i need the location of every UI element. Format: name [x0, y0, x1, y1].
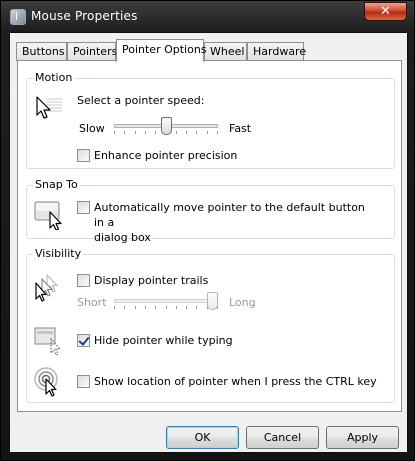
pointer-location-icon [34, 367, 58, 397]
window-title: Mouse Properties [31, 9, 138, 23]
pointer-trails-icon [35, 273, 59, 302]
ctrl-location-label[interactable]: Show location of pointer when I press th… [94, 374, 377, 389]
fast-label: Fast [229, 122, 252, 135]
hide-pointer-box[interactable] [77, 334, 90, 347]
motion-group: Motion Select a pointer speed: Slow Fast… [26, 71, 395, 169]
slider-tick [145, 306, 146, 309]
hide-pointer-icon [34, 327, 62, 356]
slider-tick [124, 131, 125, 134]
enhance-precision-checkbox[interactable]: Enhance pointer precision [77, 148, 237, 163]
slider-tick [114, 131, 115, 134]
snap-to-button-icon [34, 201, 62, 230]
apply-button[interactable]: Apply [326, 426, 399, 449]
motion-group-label: Motion [33, 71, 75, 84]
ctrl-location-checkbox[interactable]: Show location of pointer when I press th… [77, 374, 377, 389]
slider-tick [186, 306, 187, 309]
slider-tick [145, 131, 146, 134]
ok-button[interactable]: OK [166, 426, 239, 449]
tab-pointers[interactable]: Pointers [67, 42, 117, 61]
title-bar[interactable]: Mouse Properties ✕ [1, 1, 414, 33]
dialog-client-area: Buttons Pointers Pointer Options Wheel H… [9, 32, 408, 453]
pointer-speed-slider[interactable] [114, 116, 218, 136]
slider-tick [196, 306, 197, 309]
pointer-trails-checkbox[interactable]: Display pointer trails [77, 273, 208, 288]
snap-to-label-line2: dialog box [94, 231, 151, 244]
pointer-speed-icon [36, 96, 62, 119]
slider-ticks [114, 306, 218, 310]
slider-tick [207, 131, 208, 134]
slider-tick [176, 306, 177, 309]
trail-length-slider[interactable] [114, 291, 218, 311]
slider-tick [176, 131, 177, 134]
tab-hardware[interactable]: Hardware [247, 42, 306, 61]
mouse-properties-window: Mouse Properties ✕ Buttons Pointers Poin… [0, 0, 415, 461]
cancel-button[interactable]: Cancel [246, 426, 319, 449]
slider-tick [217, 131, 218, 134]
long-label: Long [229, 296, 256, 309]
pointer-trails-label[interactable]: Display pointer trails [94, 273, 208, 288]
visibility-group: Visibility Display pointer trails Short [26, 247, 395, 403]
snap-to-group-label: Snap To [33, 178, 80, 191]
ctrl-location-box[interactable] [77, 375, 90, 388]
close-button[interactable]: ✕ [364, 2, 407, 21]
enhance-precision-box[interactable] [77, 149, 90, 162]
slider-thumb[interactable] [161, 117, 172, 135]
pointer-options-panel: Motion Select a pointer speed: Slow Fast… [17, 60, 402, 412]
slider-tick [135, 131, 136, 134]
snap-to-group: Snap To Automatically move pointer to th… [26, 178, 395, 244]
tab-pointer-options[interactable]: Pointer Options [116, 39, 207, 62]
slider-tick [166, 306, 167, 309]
enhance-precision-label[interactable]: Enhance pointer precision [94, 148, 237, 163]
short-label: Short [77, 296, 107, 309]
slider-tick [196, 131, 197, 134]
slider-tick [124, 306, 125, 309]
snap-to-box[interactable] [77, 201, 90, 214]
snap-to-label-line1: Automatically move pointer to the defaul… [94, 201, 365, 229]
mouse-app-icon [10, 9, 26, 25]
slider-tick [186, 131, 187, 134]
slider-tick [155, 131, 156, 134]
slider-tick [155, 306, 156, 309]
snap-to-checkbox[interactable]: Automatically move pointer to the defaul… [77, 200, 377, 245]
slider-tick [135, 306, 136, 309]
slider-track [114, 299, 218, 303]
slider-tick [114, 306, 115, 309]
slow-label: Slow [79, 122, 105, 135]
hide-pointer-label[interactable]: Hide pointer while typing [94, 333, 233, 348]
tab-wheel[interactable]: Wheel [204, 42, 247, 61]
pointer-trails-box[interactable] [77, 274, 90, 287]
snap-to-label[interactable]: Automatically move pointer to the defaul… [94, 200, 377, 245]
visibility-group-label: Visibility [33, 247, 84, 260]
slider-thumb[interactable] [207, 292, 218, 310]
pointer-speed-label: Select a pointer speed: [77, 94, 205, 107]
hide-pointer-checkbox[interactable]: Hide pointer while typing [77, 333, 233, 348]
tab-buttons[interactable]: Buttons [16, 42, 67, 61]
